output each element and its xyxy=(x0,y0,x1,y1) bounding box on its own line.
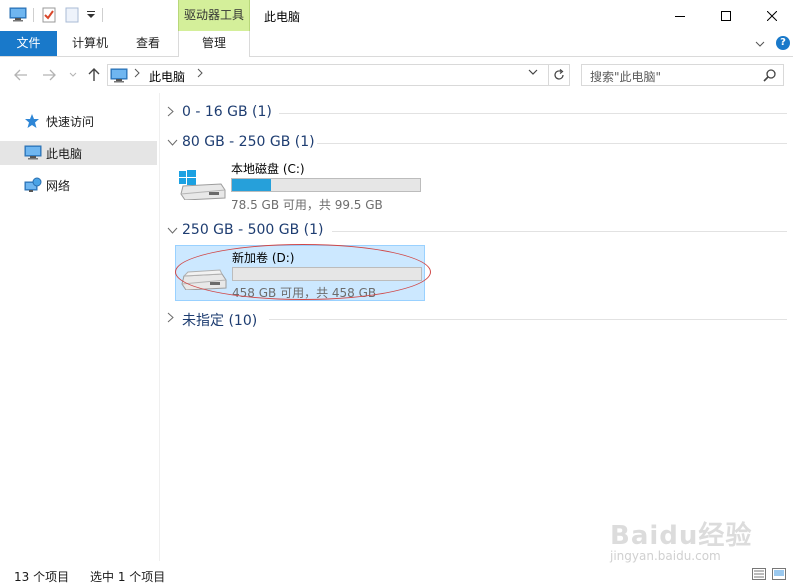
address-history-dropdown[interactable] xyxy=(528,68,538,79)
group-title: 80 GB - 250 GB (1) xyxy=(182,134,315,150)
minimize-button[interactable] xyxy=(657,0,703,31)
drive-usage-fill xyxy=(232,179,271,191)
chevron-down-icon xyxy=(167,136,178,149)
customize-quick-access-icon[interactable] xyxy=(86,7,96,24)
tab-computer[interactable]: 计算机 xyxy=(72,31,108,56)
breadcrumb-this-pc[interactable]: 此电脑 xyxy=(149,68,185,85)
chevron-right-icon[interactable] xyxy=(134,68,140,81)
selected-count: 选中 1 个项目 xyxy=(90,570,166,584)
this-pc-icon xyxy=(24,145,42,164)
group-header-80-250gb[interactable]: 80 GB - 250 GB (1) xyxy=(167,132,787,154)
navigation-pane: 快速访问 此电脑 网络 xyxy=(0,93,160,561)
sidebar-item-quick-access[interactable]: 快速访问 xyxy=(0,109,157,133)
group-title: 0 - 16 GB (1) xyxy=(182,104,272,120)
title-bar: 驱动器工具 此电脑 xyxy=(0,0,793,31)
minimize-icon xyxy=(675,15,685,17)
forward-button[interactable] xyxy=(40,66,58,84)
up-button[interactable] xyxy=(85,66,103,84)
recent-locations-button[interactable] xyxy=(64,66,82,84)
group-title: 未指定 (10) xyxy=(182,313,258,329)
group-title: 250 GB - 500 GB (1) xyxy=(182,222,324,238)
close-icon xyxy=(767,10,777,21)
refresh-button[interactable] xyxy=(549,64,570,86)
group-divider xyxy=(279,113,787,114)
search-placeholder: 搜索"此电脑" xyxy=(590,70,662,84)
address-bar[interactable]: 此电脑 xyxy=(107,64,549,86)
chevron-right-icon xyxy=(167,312,177,326)
expand-ribbon-icon[interactable] xyxy=(755,37,765,51)
maximize-button[interactable] xyxy=(703,0,749,31)
group-header-250-500gb[interactable]: 250 GB - 500 GB (1) xyxy=(167,220,787,242)
network-icon xyxy=(24,177,42,196)
search-input[interactable]: 搜索"此电脑" xyxy=(581,64,784,86)
watermark-url: jingyan.baidu.com xyxy=(610,549,721,563)
properties-icon[interactable] xyxy=(42,7,56,26)
chevron-down-icon xyxy=(69,72,77,77)
arrow-right-icon xyxy=(43,69,56,81)
item-count: 13 个项目 xyxy=(14,570,70,584)
window-title: 此电脑 xyxy=(264,10,301,24)
sidebar-item-network[interactable]: 网络 xyxy=(0,173,157,197)
group-divider xyxy=(332,231,787,232)
back-button[interactable] xyxy=(12,66,30,84)
maximize-icon xyxy=(721,10,731,21)
content-pane: 0 - 16 GB (1) 80 GB - 250 GB (1) 本地磁盘 (C… xyxy=(161,93,793,561)
group-divider xyxy=(269,319,787,320)
drive-space-info: 78.5 GB 可用，共 99.5 GB xyxy=(231,198,383,212)
large-icons-view-icon[interactable] xyxy=(772,568,786,583)
group-header-unspecified[interactable]: 未指定 (10) xyxy=(167,308,787,330)
address-row: 此电脑 搜索"此电脑" xyxy=(0,57,793,93)
drive-item-c[interactable]: 本地磁盘 (C:) 78.5 GB 可用，共 99.5 GB xyxy=(175,156,425,212)
arrow-left-icon xyxy=(14,69,27,81)
sidebar-item-this-pc[interactable]: 此电脑 xyxy=(0,141,157,165)
baidu-watermark: Baidu经验 jingyan.baidu.com xyxy=(610,515,760,570)
sidebar-item-label: 此电脑 xyxy=(46,147,83,161)
drive-usage-bar xyxy=(231,178,421,192)
tab-manage[interactable]: 管理 xyxy=(178,31,250,57)
sidebar-item-label: 快速访问 xyxy=(46,115,95,129)
help-icon[interactable]: ? xyxy=(776,36,790,50)
search-icon[interactable] xyxy=(763,68,777,85)
annotation-ellipse xyxy=(175,244,431,300)
drive-tools-context-label: 驱动器工具 xyxy=(178,0,250,31)
chevron-right-icon[interactable] xyxy=(197,68,203,81)
arrow-up-icon xyxy=(88,68,100,81)
chevron-down-icon xyxy=(167,224,178,237)
details-view-icon[interactable] xyxy=(752,568,766,583)
refresh-icon xyxy=(554,69,564,80)
watermark-logo-text: Baidu经验 xyxy=(610,521,753,551)
tab-view[interactable]: 查看 xyxy=(136,31,160,56)
star-icon xyxy=(24,113,40,132)
tab-file[interactable]: 文件 xyxy=(0,31,57,56)
this-pc-icon xyxy=(110,68,128,86)
ribbon-tab-bar: 文件 计算机 查看 管理 ? xyxy=(0,31,793,57)
drive-name: 本地磁盘 (C:) xyxy=(231,162,305,176)
chevron-right-icon xyxy=(167,106,177,120)
close-button[interactable] xyxy=(749,0,793,31)
this-pc-icon[interactable] xyxy=(9,7,27,26)
group-header-0-16gb[interactable]: 0 - 16 GB (1) xyxy=(167,102,787,124)
quick-access-separator xyxy=(102,8,103,22)
new-folder-icon[interactable] xyxy=(65,7,79,26)
windows-drive-icon xyxy=(179,170,227,203)
sidebar-item-label: 网络 xyxy=(46,179,71,193)
group-divider xyxy=(317,143,787,144)
chevron-down-icon xyxy=(528,69,538,75)
quick-access-separator xyxy=(33,8,34,22)
